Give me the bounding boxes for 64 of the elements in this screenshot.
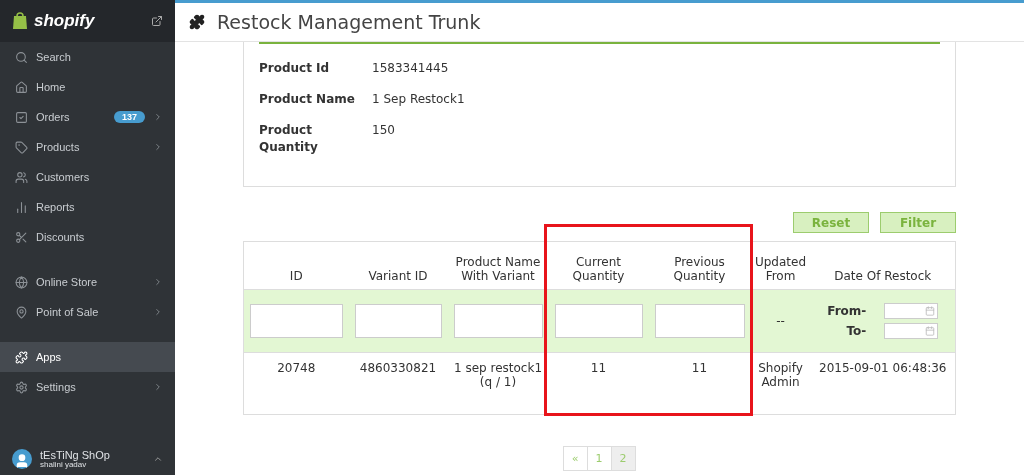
chevron-up-icon[interactable] [153,454,163,464]
calendar-icon [925,326,936,336]
column-header: Variant ID [348,241,448,290]
field-value: 150 [372,122,395,139]
column-header: Product Name With Variant [447,241,549,290]
sidebar-item[interactable]: Orders 137 [0,102,175,132]
filter-field[interactable] [250,304,343,338]
shopping-bag-icon [12,12,28,30]
column-header: Previous Quantity [648,241,751,290]
table-cell: Shopify Admin [750,352,811,415]
sidebar-item[interactable]: Settings [0,372,175,402]
settings-icon [15,380,28,394]
users-icon [15,170,28,184]
table-cell: 1 sep restock1 (q / 1) [447,352,549,415]
avatar [12,449,32,469]
bar-chart-icon [15,200,28,214]
field-label: Product Name [259,91,356,108]
sidebar-item[interactable]: Products [0,132,175,162]
field-label: To- [845,324,867,338]
sidebar-item[interactable]: Reports [0,192,175,222]
column-header: Updated From [750,241,811,290]
sidebar-item[interactable]: Point of Sale [0,297,175,327]
filter-field[interactable] [554,304,643,338]
globe-icon [15,275,28,289]
field-label: Product Id [259,60,331,77]
sidebar-item[interactable]: Discounts [0,222,175,252]
table-cell: 11 [548,352,649,415]
date-field[interactable] [884,323,939,339]
map-pin-icon [15,305,28,319]
checkbox-icon [15,110,28,124]
sidebar-item[interactable]: Apps [0,342,175,372]
search-icon [15,50,28,64]
home-icon [15,80,28,94]
external-link-icon[interactable] [151,15,163,27]
scissors-icon [15,230,28,244]
sidebar-item[interactable]: Online Store [0,267,175,297]
sidebar-item[interactable]: Search [0,42,175,72]
shop-name: tEsTiNg ShOp [40,448,111,461]
date-field[interactable] [884,303,939,319]
table-cell: -- [776,314,785,328]
filter-field[interactable] [453,304,543,338]
filter-field[interactable] [354,304,442,338]
puzzle-icon [15,350,28,364]
field-value: 1583341445 [372,60,449,77]
table-cell: 4860330821 [348,352,448,415]
user-name: shalini yadav [40,460,87,470]
table-cell: 11 [648,352,751,415]
page-title: Restock Management Trunk [217,11,481,33]
count-badge: 137 [113,111,145,123]
table-cell: 2015-09-01 06:48:36 [810,352,956,415]
sidebar-item[interactable]: Customers [0,162,175,192]
column-header: Current Quantity [548,241,649,290]
field-label: From- [827,304,867,318]
column-header: Date Of Restock [810,241,956,290]
sidebar-item[interactable]: Home [0,72,175,102]
filter-field[interactable] [654,304,745,338]
column-header: ID [243,241,349,290]
table-cell: 20748 [243,352,349,415]
field-value: 1 Sep Restock1 [372,91,465,108]
field-label: Product Quantity [259,122,319,156]
tag-icon [15,140,28,154]
calendar-icon [925,306,936,316]
puzzle-icon [189,14,205,30]
brand-name: shopify [34,11,96,31]
